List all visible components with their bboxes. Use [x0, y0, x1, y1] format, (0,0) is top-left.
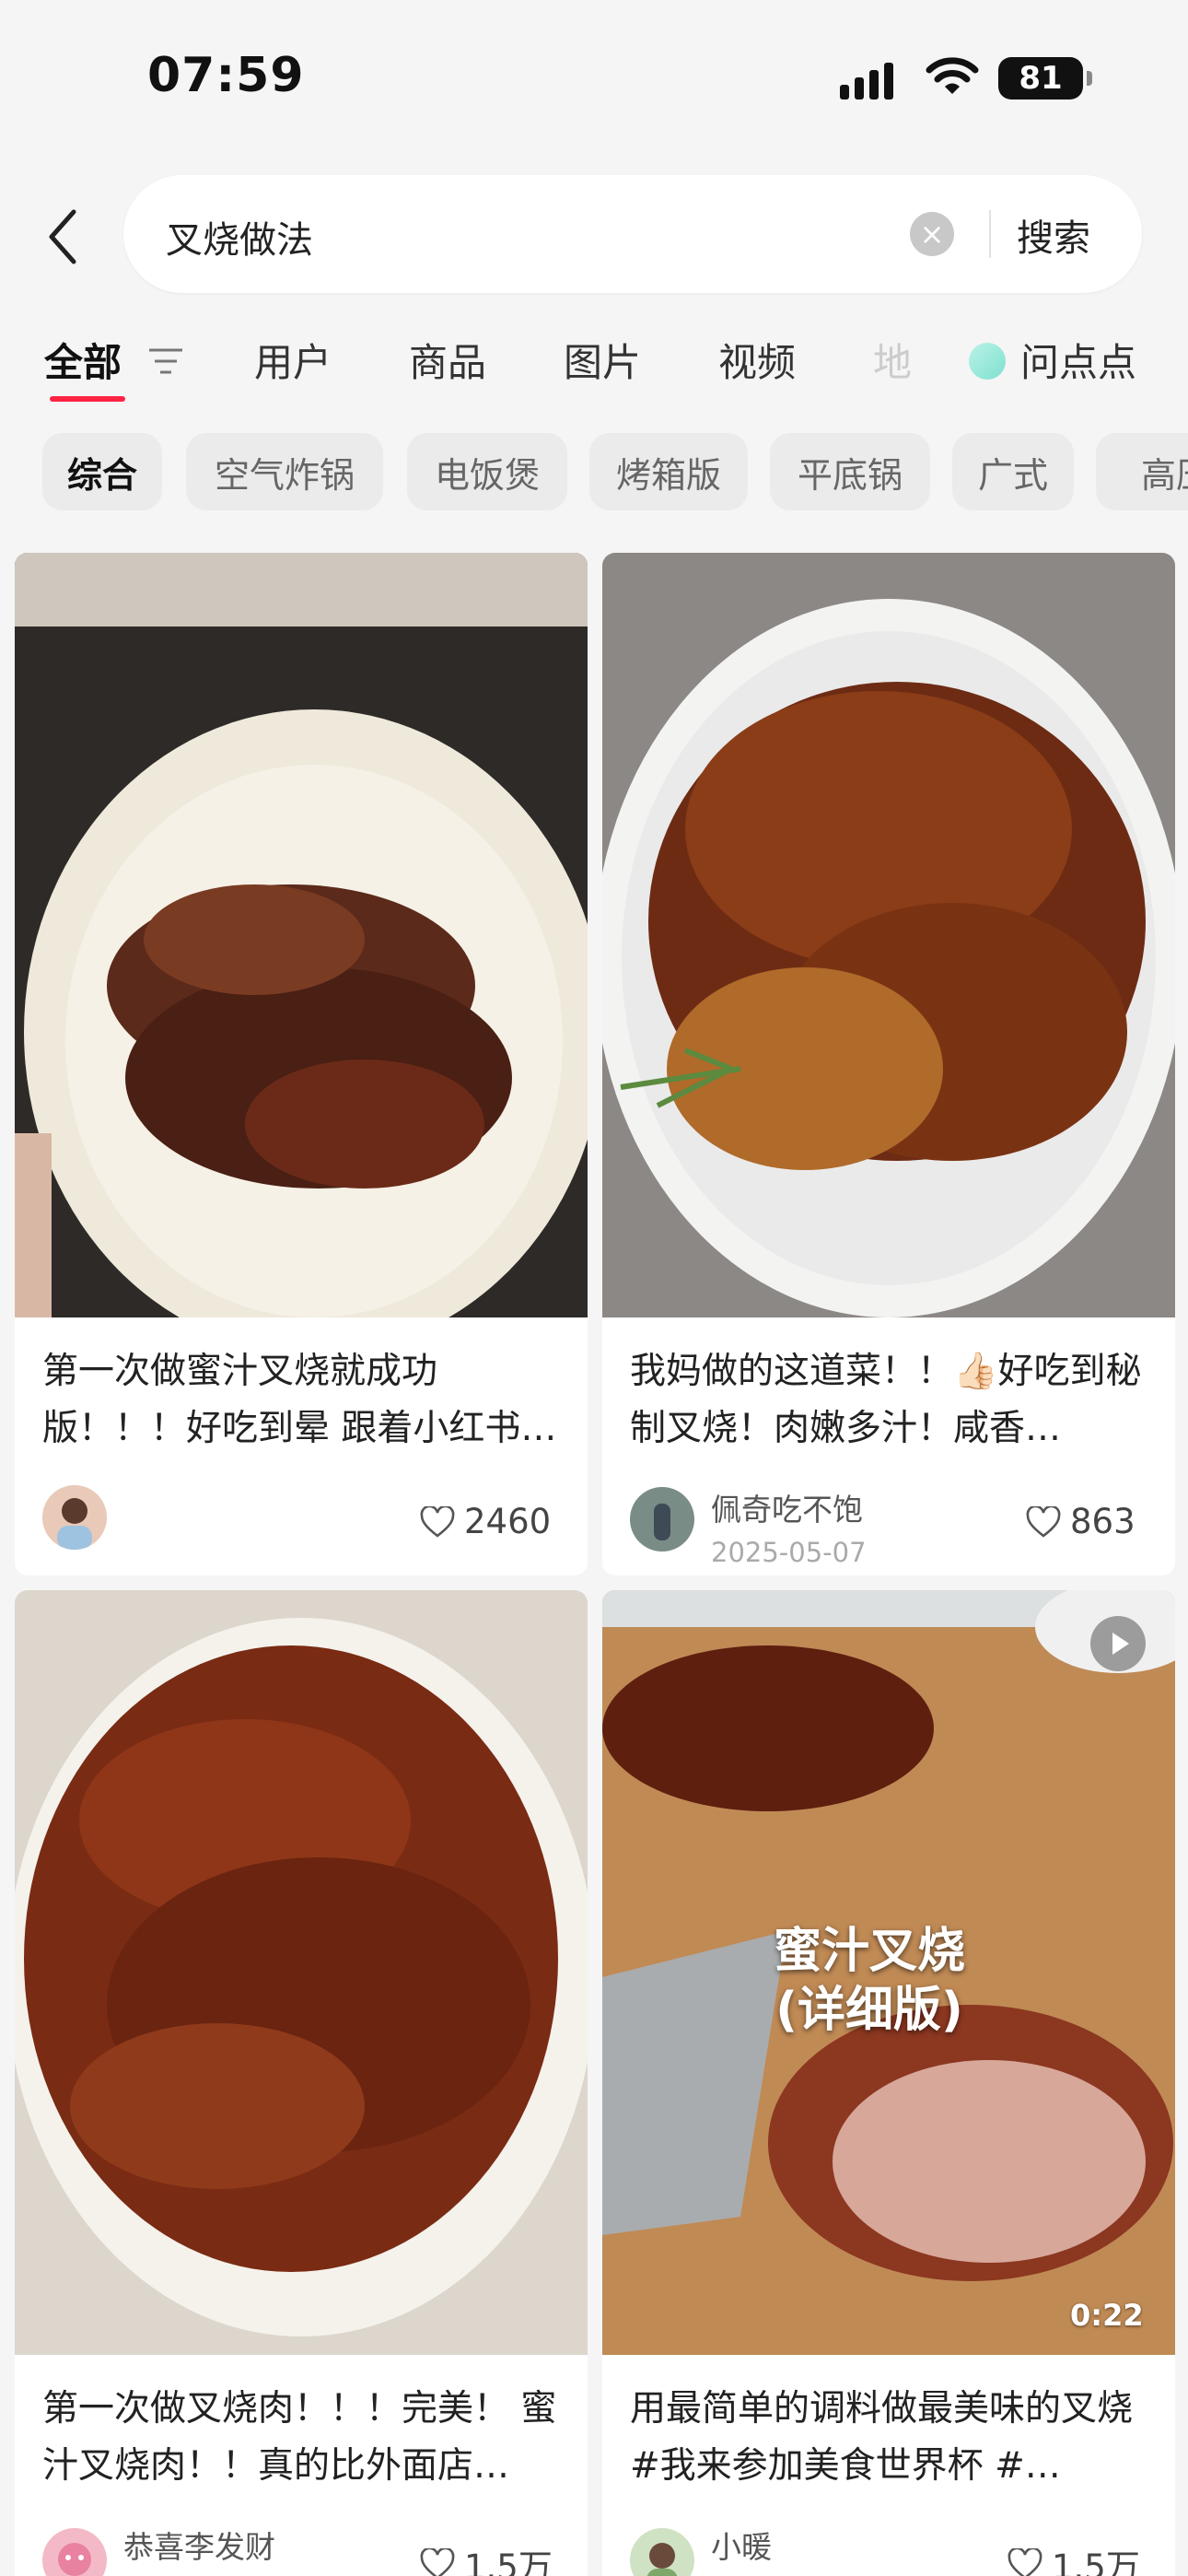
- back-arrow-icon[interactable]: [42, 205, 83, 269]
- search-button[interactable]: 搜索: [1017, 208, 1090, 262]
- chip-cantonese[interactable]: 广式: [952, 433, 1074, 510]
- tab-videos[interactable]: 视频: [718, 332, 796, 388]
- heart-icon: [1026, 1505, 1061, 1538]
- like-count: 1.5万: [464, 2547, 553, 2576]
- play-icon: [1112, 1633, 1129, 1655]
- post-card[interactable]: 我妈做的这道菜！！👍🏻好吃到秘制叉烧！肉嫩多汁！咸香… 佩奇吃不饱 2025-0…: [602, 553, 1175, 1575]
- filter-icon[interactable]: [146, 345, 186, 378]
- heart-icon: [420, 2548, 455, 2576]
- author-name[interactable]: 恭喜李发财: [123, 2523, 275, 2567]
- post-title[interactable]: 用最简单的调料做最美味的叉烧 #我来参加美食世界杯 #…: [630, 2381, 1164, 2495]
- status-time: 07:59: [147, 48, 305, 103]
- tab-products[interactable]: 商品: [409, 332, 486, 388]
- chip-comprehensive[interactable]: 综合: [42, 433, 162, 510]
- chip-pressure-cooker[interactable]: 高压: [1096, 433, 1188, 510]
- post-image[interactable]: [15, 1590, 588, 2355]
- wifi-icon: [926, 57, 979, 94]
- search-divider: [989, 210, 991, 258]
- chip-pan[interactable]: 平底锅: [770, 433, 930, 510]
- ai-assistant-icon[interactable]: [969, 343, 1006, 380]
- battery-level: 81: [1019, 60, 1063, 97]
- cellular-signal-icon: [840, 59, 893, 100]
- post-title[interactable]: 我妈做的这道菜！！👍🏻好吃到秘制叉烧！肉嫩多汁！咸香…: [630, 1343, 1164, 1458]
- heart-icon: [420, 1505, 455, 1538]
- chip-rice-cooker[interactable]: 电饭煲: [407, 433, 567, 510]
- video-badge: [1090, 1616, 1146, 1671]
- like-button[interactable]: 1.5万: [420, 2539, 553, 2576]
- tab-users[interactable]: 用户: [254, 332, 332, 388]
- post-image[interactable]: [602, 553, 1175, 1317]
- avatar[interactable]: [42, 2528, 107, 2576]
- chip-oven[interactable]: 烤箱版: [589, 433, 748, 510]
- chip-air-fryer[interactable]: 空气炸锅: [186, 433, 383, 510]
- tab-active-indicator: [50, 396, 125, 402]
- like-button[interactable]: 863: [1026, 1502, 1136, 1541]
- post-date: 2025-05-07: [711, 1537, 867, 1568]
- avatar[interactable]: [42, 1485, 107, 1550]
- filter-chips: 综合 空气炸锅 电饭煲 烤箱版 平底锅 广式 高压: [0, 433, 1188, 512]
- avatar[interactable]: [630, 1487, 694, 1551]
- search-bar[interactable]: 叉烧做法 × 搜索: [123, 175, 1142, 293]
- post-card[interactable]: 第一次做蜜汁叉烧就成功版！！！好吃到晕 跟着小红书… 2460: [15, 553, 588, 1575]
- result-tabs: 全部 用户 商品 图片 视频 地 问点点: [0, 332, 1188, 405]
- post-image[interactable]: [15, 553, 588, 1317]
- tab-ask-ai[interactable]: 问点点: [1020, 332, 1136, 388]
- tab-all[interactable]: 全部: [44, 332, 122, 388]
- like-button[interactable]: 2460: [420, 1502, 551, 1541]
- post-card[interactable]: 蜜汁叉烧 (详细版) 0:22 用最简单的调料做最美味的叉烧 #我来参加美食世界…: [602, 1590, 1175, 2576]
- author-name[interactable]: 佩奇吃不饱: [711, 1485, 863, 1529]
- like-count: 863: [1070, 1502, 1136, 1541]
- video-duration: 0:22: [1070, 2298, 1144, 2333]
- clear-icon[interactable]: ×: [910, 212, 954, 256]
- like-count: 1.5万: [1052, 2547, 1140, 2576]
- like-button[interactable]: 1.5万: [1007, 2539, 1140, 2576]
- tab-places[interactable]: 地: [873, 332, 912, 388]
- tab-images[interactable]: 图片: [564, 332, 641, 388]
- status-bar: 07:59 81: [0, 0, 1188, 157]
- search-input[interactable]: 叉烧做法: [166, 210, 313, 263]
- post-title[interactable]: 第一次做叉烧肉！！！完美！ 蜜汁叉烧肉！！真的比外面店…: [42, 2381, 577, 2495]
- post-title[interactable]: 第一次做蜜汁叉烧就成功版！！！好吃到晕 跟着小红书…: [42, 1343, 577, 1458]
- heart-icon: [1007, 2548, 1042, 2576]
- video-overlay-title: 蜜汁叉烧 (详细版): [773, 1924, 965, 2038]
- battery-icon: 81: [998, 57, 1092, 100]
- like-count: 2460: [464, 1502, 552, 1541]
- author-name[interactable]: 小暖: [711, 2523, 772, 2567]
- post-card[interactable]: 第一次做叉烧肉！！！完美！ 蜜汁叉烧肉！！真的比外面店… 恭喜李发财 1.5万: [15, 1590, 588, 2576]
- avatar[interactable]: [630, 2528, 694, 2576]
